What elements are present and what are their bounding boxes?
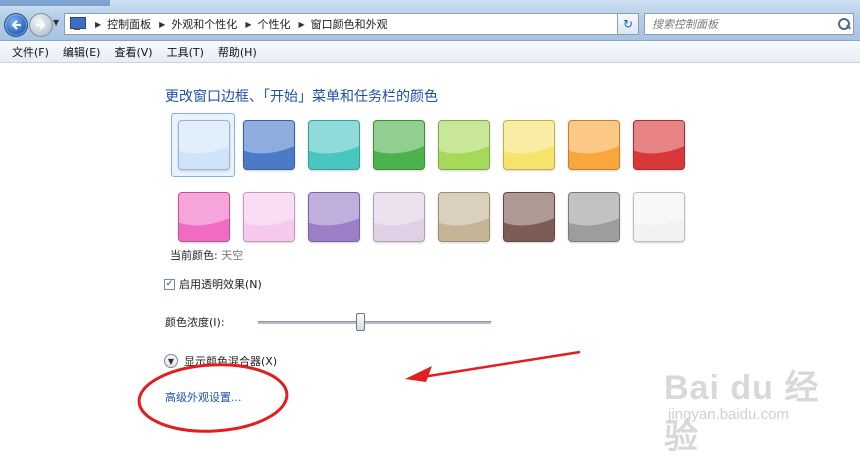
watermark: Bai du 经验 jingyan.baidu.com — [664, 360, 854, 456]
breadcrumb-separator-icon[interactable]: ▶ — [159, 20, 165, 29]
color-mixer-toggle[interactable]: ▼ 显示颜色混合器(X) — [164, 353, 277, 369]
menu-edit[interactable]: 编辑(E) — [63, 44, 101, 60]
current-color-value: 天空 — [221, 249, 244, 262]
menu-help[interactable]: 帮助(H) — [218, 44, 257, 60]
color-swatch[interactable] — [373, 192, 425, 242]
breadcrumb-separator-icon[interactable]: ▶ — [95, 20, 101, 29]
color-swatch[interactable] — [308, 192, 360, 242]
color-swatch[interactable] — [633, 120, 685, 170]
forward-arrow-icon — [36, 20, 46, 30]
search-input[interactable] — [645, 16, 835, 32]
current-color-label: 当前颜色: — [170, 249, 218, 262]
color-mixer-label[interactable]: 显示颜色混合器(X) — [184, 353, 277, 369]
color-swatch[interactable] — [438, 192, 490, 242]
breadcrumb-separator-icon[interactable]: ▶ — [298, 20, 304, 29]
refresh-button[interactable]: ↻ — [617, 13, 639, 35]
menu-view[interactable]: 查看(V) — [114, 44, 152, 60]
refresh-icon: ↻ — [622, 17, 634, 31]
menu-bar: 文件(F) 编辑(E) 查看(V) 工具(T) 帮助(H) — [0, 41, 860, 63]
annotation-arrow-head — [405, 366, 432, 382]
breadcrumb-window-color[interactable]: 窗口颜色和外观 — [311, 16, 388, 32]
color-swatch[interactable] — [503, 120, 555, 170]
navigation-bar: ▼ ▶ 控制面板 ▶ 外观和个性化 ▶ 个性化 ▶ 窗口颜色和外观 ▼ ↻ — [0, 0, 860, 41]
transparency-option[interactable]: ✓ 启用透明效果(N) — [164, 276, 262, 292]
page-title: 更改窗口边框、「开始」菜单和任务栏的颜色 — [165, 89, 438, 105]
color-swatch[interactable] — [503, 192, 555, 242]
intensity-slider-track[interactable] — [258, 321, 491, 324]
breadcrumb-separator-icon[interactable]: ▶ — [245, 20, 251, 29]
back-arrow-icon — [11, 20, 21, 30]
breadcrumb-appearance[interactable]: 外观和个性化 — [171, 16, 237, 32]
watermark-url: jingyan.baidu.com — [668, 406, 789, 423]
color-swatch[interactable] — [568, 192, 620, 242]
current-color: 当前颜色: 天空 — [170, 247, 243, 263]
color-swatch[interactable] — [178, 120, 230, 170]
color-swatch[interactable] — [438, 120, 490, 170]
color-swatch[interactable] — [308, 120, 360, 170]
color-swatch[interactable] — [373, 120, 425, 170]
forward-button[interactable] — [29, 13, 53, 37]
search-icon[interactable] — [835, 15, 853, 33]
color-swatch[interactable] — [178, 192, 230, 242]
control-panel-icon — [69, 17, 87, 31]
window-title-strip — [0, 0, 110, 6]
breadcrumb-personalization[interactable]: 个性化 — [257, 16, 290, 32]
advanced-appearance-link[interactable]: 高级外观设置... — [165, 389, 242, 405]
intensity-slider-thumb[interactable] — [355, 313, 365, 331]
recent-pages-dropdown[interactable]: ▼ — [53, 18, 63, 30]
menu-file[interactable]: 文件(F) — [12, 44, 49, 60]
transparency-label[interactable]: 启用透明效果(N) — [179, 276, 262, 292]
color-swatch[interactable] — [243, 192, 295, 242]
breadcrumb: ▶ 控制面板 ▶ 外观和个性化 ▶ 个性化 ▶ 窗口颜色和外观 — [87, 16, 388, 32]
annotation-arrow-line — [415, 350, 581, 380]
transparency-checkbox[interactable]: ✓ — [164, 278, 175, 290]
menu-tools[interactable]: 工具(T) — [167, 44, 204, 60]
intensity-label: 颜色浓度(I): — [165, 316, 225, 329]
search-box[interactable] — [644, 13, 854, 35]
breadcrumb-control-panel[interactable]: 控制面板 — [107, 16, 151, 32]
color-swatch[interactable] — [633, 192, 685, 242]
color-swatch[interactable] — [243, 120, 295, 170]
color-swatch[interactable] — [568, 120, 620, 170]
back-button[interactable] — [4, 13, 28, 37]
chevron-down-icon[interactable]: ▼ — [164, 354, 178, 368]
address-bar[interactable]: ▶ 控制面板 ▶ 外观和个性化 ▶ 个性化 ▶ 窗口颜色和外观 ▼ — [64, 13, 638, 35]
